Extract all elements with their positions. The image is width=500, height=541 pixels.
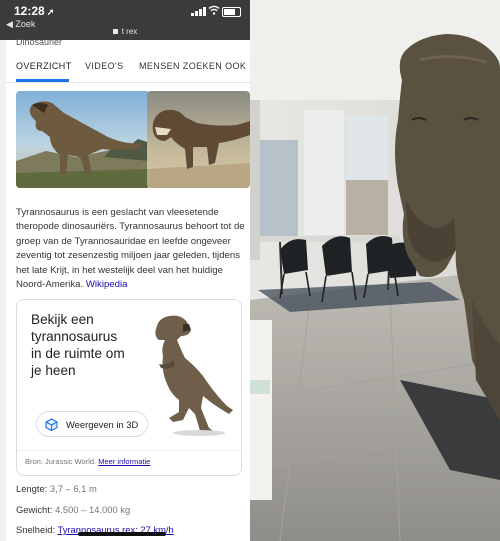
fact-length: Lengte: 3,7 – 6,1 m bbox=[16, 483, 97, 494]
home-indicator bbox=[78, 532, 166, 536]
result-tabs: OVERZICHT VIDEO'S MENSEN ZOEKEN OOK NA bbox=[6, 52, 250, 83]
tab-videos[interactable]: VIDEO'S bbox=[85, 61, 124, 71]
phone-screenshot: 12:28 ➚ ◀ Zoek t rex Dinosaurier OVERZICH… bbox=[0, 0, 250, 541]
url-text: t rex bbox=[121, 27, 138, 36]
status-time: 12:28 ➚ bbox=[14, 4, 55, 18]
fact-speed-label: Snelheid: bbox=[16, 524, 56, 535]
active-tab-indicator bbox=[16, 79, 69, 82]
trex-image-2[interactable] bbox=[147, 91, 250, 188]
signal-icon bbox=[191, 7, 206, 16]
ar-view-card: Bekijk een tyrannosaurus in de ruimte om… bbox=[16, 299, 242, 476]
ar-card-title: Bekijk een tyrannosaurus in de ruimte om… bbox=[31, 312, 125, 378]
previous-snippet-text: Dinosaurier bbox=[16, 37, 63, 47]
wifi-icon bbox=[208, 5, 220, 15]
card-source: Bron: Jurassic World. Meer informatie bbox=[17, 450, 241, 466]
tab-mensen-zoeken-ook-naar[interactable]: MENSEN ZOEKEN OOK NA bbox=[139, 61, 250, 71]
ar-trex-photo bbox=[250, 0, 500, 541]
wikipedia-link[interactable]: Wikipedia bbox=[86, 279, 128, 290]
lock-icon bbox=[112, 29, 118, 35]
ar-cube-icon bbox=[45, 418, 58, 431]
fact-weight: Gewicht: 4.500 – 14.000 kg bbox=[16, 504, 130, 515]
view-in-3d-label: Weergeven in 3D bbox=[66, 419, 139, 430]
more-info-link[interactable]: Meer informatie bbox=[98, 457, 150, 466]
location-arrow-icon: ➚ bbox=[46, 7, 55, 17]
description-text: Tyrannosaurus is een geslacht van vleese… bbox=[16, 207, 245, 291]
tab-overzicht[interactable]: OVERZICHT bbox=[16, 61, 72, 71]
fact-weight-value: 4.500 – 14.000 kg bbox=[55, 504, 131, 515]
trex-image-1[interactable] bbox=[16, 91, 150, 188]
status-bar: 12:28 ➚ ◀ Zoek t rex bbox=[0, 0, 250, 40]
search-results-page: Dinosaurier OVERZICHT VIDEO'S MENSEN ZOE… bbox=[6, 37, 250, 541]
battery-icon bbox=[222, 7, 241, 17]
fact-length-label: Lengte: bbox=[16, 483, 48, 494]
fact-weight-label: Gewicht: bbox=[16, 504, 53, 515]
fact-length-value: 3,7 – 6,1 m bbox=[49, 483, 97, 494]
view-in-3d-button[interactable]: Weergeven in 3D bbox=[36, 411, 148, 437]
source-text: Bron: Jurassic World. bbox=[25, 457, 97, 466]
description-paragraph: Tyrannosaurus is een geslacht van vleese… bbox=[16, 206, 246, 292]
